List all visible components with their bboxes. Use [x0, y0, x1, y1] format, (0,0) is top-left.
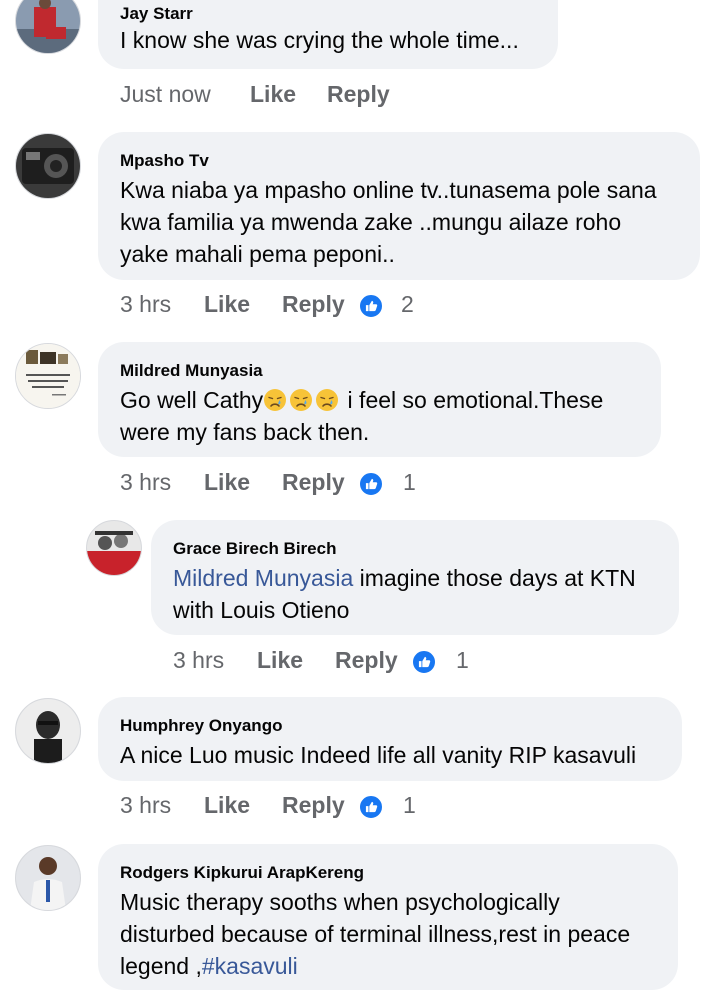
comment-text-segment: legend , [120, 953, 202, 979]
comment-actions: 3 hrs Like Reply 1 [120, 469, 520, 499]
profile-photo-icon [16, 846, 80, 910]
comment-bubble[interactable]: Rodgers Kipkurui ArapKereng Music therap… [98, 844, 678, 990]
avatar[interactable] [15, 133, 81, 199]
reply-button[interactable]: Reply [282, 291, 345, 318]
mention-link[interactable]: Mildred Munyasia [173, 565, 353, 591]
reply-button[interactable]: Reply [282, 792, 345, 819]
comment-author[interactable]: Rodgers Kipkurui ArapKereng [120, 863, 364, 883]
comment-actions: 3 hrs Like Reply 2 [120, 291, 520, 321]
avatar[interactable] [86, 520, 142, 576]
reaction-count[interactable]: 1 [403, 792, 416, 819]
comment-text: A nice Luo music Indeed life all vanity … [120, 742, 637, 768]
hashtag-link[interactable]: #kasavuli [202, 953, 298, 979]
comment-text: Kwa niaba ya mpasho online tv..tunasema … [120, 174, 657, 270]
comment-text: Go well Cathy i feel so emotional.These … [120, 384, 603, 448]
reaction-count[interactable]: 2 [401, 291, 414, 318]
reply-button[interactable]: Reply [335, 647, 398, 674]
profile-photo-icon [16, 699, 80, 763]
comment-text-line: legend ,#kasavuli [120, 950, 630, 982]
like-button[interactable]: Like [250, 81, 296, 108]
comment-actions: 3 hrs Like Reply 1 [120, 792, 520, 822]
comment-text-line: Music therapy sooths when psychologicall… [120, 889, 560, 915]
comment-timestamp[interactable]: 3 hrs [120, 291, 171, 318]
profile-photo-icon [16, 134, 80, 198]
comment-author[interactable]: Jay Starr [120, 4, 193, 24]
comment-text-segment: i feel so emotional.These [341, 387, 604, 413]
comment-bubble[interactable]: Humphrey Onyango A nice Luo music Indeed… [98, 697, 682, 781]
comment-text-line: Go well Cathy i feel so emotional.These [120, 384, 603, 416]
crying-face-emoji-icon [316, 389, 339, 411]
comment-text-line: kwa familia ya mwenda zake ..mungu ailaz… [120, 209, 622, 235]
crying-face-emoji-icon [290, 389, 313, 411]
thumbs-up-icon[interactable] [358, 471, 384, 497]
comment-author[interactable]: Mpasho Tv [120, 151, 209, 171]
comment-text-line: were my fans back then. [120, 419, 370, 445]
avatar[interactable] [15, 343, 81, 409]
reaction-count[interactable]: 1 [456, 647, 469, 674]
profile-photo-icon [16, 344, 80, 408]
comment-bubble[interactable]: Mpasho Tv Kwa niaba ya mpasho online tv.… [98, 132, 700, 280]
comment-text-line: Kwa niaba ya mpasho online tv..tunasema … [120, 177, 657, 203]
reaction-count[interactable]: 1 [403, 469, 416, 496]
comment-bubble[interactable]: Jay Starr I know she was crying the whol… [98, 0, 558, 69]
comment-timestamp[interactable]: Just now [120, 81, 211, 108]
comment-text-line: Mildred Munyasia imagine those days at K… [173, 562, 636, 594]
comment-actions: 3 hrs Like Reply 1 [173, 647, 573, 677]
comment-text: Mildred Munyasia imagine those days at K… [173, 562, 636, 626]
reply-button[interactable]: Reply [282, 469, 345, 496]
like-button[interactable]: Like [204, 291, 250, 318]
comment-bubble[interactable]: Grace Birech Birech Mildred Munyasia ima… [151, 520, 679, 635]
thumbs-up-icon[interactable] [411, 649, 437, 675]
comment-timestamp[interactable]: 3 hrs [120, 792, 171, 819]
avatar[interactable] [15, 845, 81, 911]
comment-bubble[interactable]: Mildred Munyasia Go well Cathy i feel so… [98, 342, 661, 457]
comment-text-line: yake mahali pema peponi.. [120, 241, 395, 267]
avatar[interactable] [15, 0, 81, 54]
profile-photo-icon [16, 0, 80, 53]
comment-author[interactable]: Mildred Munyasia [120, 361, 263, 381]
comment-text-segment: Go well Cathy [120, 387, 264, 413]
avatar[interactable] [15, 698, 81, 764]
thumbs-up-icon[interactable] [358, 794, 384, 820]
comment-text: Music therapy sooths when psychologicall… [120, 886, 630, 982]
comment-text-line: with Louis Otieno [173, 597, 350, 623]
comment-actions: Just now Like Reply [120, 81, 520, 111]
reply-button[interactable]: Reply [327, 81, 390, 108]
comment-author[interactable]: Humphrey Onyango [120, 716, 282, 736]
like-button[interactable]: Like [204, 792, 250, 819]
thumbs-up-icon[interactable] [358, 293, 384, 319]
comment-timestamp[interactable]: 3 hrs [120, 469, 171, 496]
like-button[interactable]: Like [257, 647, 303, 674]
comment-text-line: disturbed because of terminal illness,re… [120, 921, 631, 947]
comment-author[interactable]: Grace Birech Birech [173, 539, 336, 559]
like-button[interactable]: Like [204, 469, 250, 496]
profile-photo-icon [87, 521, 141, 575]
comment-timestamp[interactable]: 3 hrs [173, 647, 224, 674]
comment-text-segment: imagine those days at KTN [353, 565, 636, 591]
comment-text: I know she was crying the whole time... [120, 27, 519, 53]
crying-face-emoji-icon [264, 389, 287, 411]
